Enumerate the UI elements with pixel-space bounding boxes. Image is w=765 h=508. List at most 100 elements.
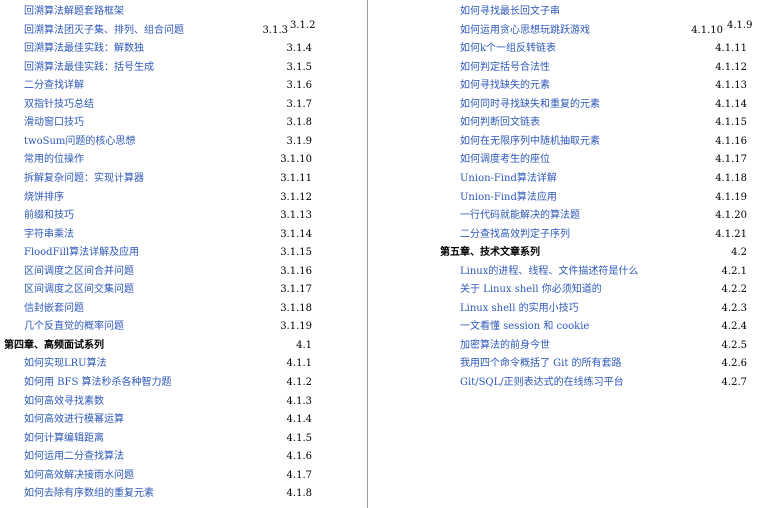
toc-entry[interactable]: 如何高效解决接雨水问题 4.1.7 — [0, 467, 368, 485]
toc-entry-title[interactable]: 双指针技巧总结 — [24, 96, 94, 114]
toc-entry-title[interactable]: 一行代码就能解决的算法题 — [460, 207, 580, 225]
toc-entry-number: 4.2.3 — [721, 302, 747, 314]
toc-entry-title[interactable]: Linux shell 的实用小技巧 — [460, 300, 579, 318]
toc-entry[interactable]: 区间调度之区间交集问题 3.1.17 — [0, 281, 368, 299]
toc-entry-title[interactable]: 烧饼排序 — [24, 189, 64, 207]
toc-entry[interactable]: Git/SQL/正则表达式的在线练习平台 4.2.7 — [370, 374, 765, 392]
toc-entry[interactable]: 如何寻找缺失的元素 4.1.13 — [370, 77, 765, 95]
toc-entry-title[interactable]: 第五章、技术文章系列 — [440, 244, 540, 262]
toc-entry-title[interactable]: 回溯算法解题套路框架 — [24, 3, 124, 21]
toc-entry-title[interactable]: 如何在无限序列中随机抽取元素 — [460, 133, 600, 151]
toc-entry-number: 4.1.17 — [715, 154, 747, 166]
toc-entry[interactable]: 烧饼排序 3.1.12 — [0, 189, 368, 207]
toc-entry-title[interactable]: 几个反直觉的概率问题 — [24, 318, 124, 336]
toc-entry[interactable]: 如何用 BFS 算法秒杀各种智力题 4.1.2 — [0, 374, 368, 392]
toc-entry[interactable]: 滑动窗口技巧 3.1.8 — [0, 114, 368, 132]
toc-entry[interactable]: 二分查找详解 3.1.6 — [0, 77, 368, 95]
toc-entry-title[interactable]: 如何用 BFS 算法秒杀各种智力题 — [24, 374, 172, 392]
toc-entry-title[interactable]: 如何高效进行模幂运算 — [24, 411, 124, 429]
toc-entry[interactable]: 二分查找高效判定子序列 4.1.21 — [370, 226, 765, 244]
toc-entry-title[interactable]: 如何运用二分查找算法 — [24, 448, 124, 466]
toc-entry-title[interactable]: 如何运用贪心思想玩跳跃游戏 — [460, 22, 590, 40]
toc-entry[interactable]: Linux shell 的实用小技巧 4.2.3 — [370, 300, 765, 318]
toc-entry-title[interactable]: 如何判断回文链表 — [460, 114, 540, 132]
toc-entry[interactable]: 如何运用二分查找算法 4.1.6 — [0, 448, 368, 466]
toc-entry-title[interactable]: 第四章、高频面试系列 — [4, 337, 104, 355]
toc-entry[interactable]: 我用四个命令概括了 Git 的所有套路 4.2.6 — [370, 355, 765, 373]
toc-entry-title[interactable]: 如何判定括号合法性 — [460, 59, 550, 77]
toc-entry[interactable]: 加密算法的前身今世 4.2.5 — [370, 337, 765, 355]
toc-entry-title[interactable]: 字符串乘法 — [24, 226, 74, 244]
toc-entry[interactable]: 拆解复杂问题：实现计算器 3.1.11 — [0, 170, 368, 188]
toc-entry[interactable]: 如何高效进行模幂运算 4.1.4 — [0, 411, 368, 429]
toc-entry-title[interactable]: 如何寻找缺失的元素 — [460, 77, 550, 95]
toc-entry[interactable]: 如何同时寻找缺失和重复的元素 4.1.14 — [370, 96, 765, 114]
toc-entry-title[interactable]: 信封嵌套问题 — [24, 300, 84, 318]
toc-entry[interactable]: 如何k个一组反转链表 4.1.11 — [370, 40, 765, 58]
toc-entry[interactable]: 如何去除有序数组的重复元素 4.1.8 — [0, 485, 368, 503]
toc-entry-title[interactable]: twoSum问题的核心思想 — [24, 133, 135, 151]
toc-entry[interactable]: 如何计算编辑距离 4.1.5 — [0, 430, 368, 448]
toc-entry-title[interactable]: 如何去除有序数组的重复元素 — [24, 485, 154, 503]
toc-entry[interactable]: 信封嵌套问题 3.1.18 — [0, 300, 368, 318]
toc-entry[interactable]: 回溯算法团灭子集、排列、组合问题 3.1.3 3.1.2 — [0, 20, 368, 40]
toc-entry-title[interactable]: 回溯算法最佳实践：括号生成 — [24, 59, 154, 77]
toc-entry-number: 4.1.8 — [286, 488, 312, 500]
toc-entry[interactable]: 关于 Linux shell 你必须知道的 4.2.2 — [370, 281, 765, 299]
toc-entry[interactable]: FloodFill算法详解及应用 3.1.15 — [0, 244, 368, 262]
toc-entry-title[interactable]: 区间调度之区间合并问题 — [24, 263, 134, 281]
toc-entry-title[interactable]: 滑动窗口技巧 — [24, 114, 84, 132]
toc-entry[interactable]: 如何高效寻找素数 4.1.3 — [0, 393, 368, 411]
toc-entry[interactable]: 如何实现LRU算法 4.1.1 — [0, 355, 368, 373]
toc-entry-title[interactable]: 回溯算法最佳实践：解数独 — [24, 40, 144, 58]
toc-entry[interactable]: 常用的位操作 3.1.10 — [0, 151, 368, 169]
toc-entry-title[interactable]: 一文看懂 session 和 cookie — [460, 318, 589, 336]
toc-entry-title[interactable]: Union-Find算法详解 — [460, 170, 557, 188]
toc-entry-title[interactable]: 如何高效解决接雨水问题 — [24, 467, 134, 485]
toc-entry-title[interactable]: 区间调度之区间交集问题 — [24, 281, 134, 299]
toc-entry-number: 4.1.21 — [715, 228, 747, 240]
toc-entry-title[interactable]: 我用四个命令概括了 Git 的所有套路 — [460, 355, 622, 373]
toc-entry-number: 4.2 — [731, 247, 747, 259]
toc-entry[interactable]: 一行代码就能解决的算法题 4.1.20 — [370, 207, 765, 225]
toc-entry[interactable]: 前缀和技巧 3.1.13 — [0, 207, 368, 225]
toc-entry-title[interactable]: 回溯算法团灭子集、排列、组合问题 — [24, 22, 184, 40]
toc-chapter-heading[interactable]: 第四章、高频面试系列 4.1 — [0, 337, 368, 355]
toc-entry[interactable]: 双指针技巧总结 3.1.7 — [0, 96, 368, 114]
toc-entry-title[interactable]: 二分查找详解 — [24, 77, 84, 95]
toc-entry[interactable]: 一文看懂 session 和 cookie 4.2.4 — [370, 318, 765, 336]
toc-entry[interactable]: 如何判定括号合法性 4.1.12 — [370, 59, 765, 77]
toc-entry[interactable]: 如何运用贪心思想玩跳跃游戏 4.1.10 4.1.9 — [370, 20, 765, 40]
toc-entry[interactable]: Union-Find算法应用 4.1.19 — [370, 189, 765, 207]
toc-entry-title[interactable]: FloodFill算法详解及应用 — [24, 244, 139, 262]
toc-entry-title[interactable]: 前缀和技巧 — [24, 207, 74, 225]
toc-entry-title[interactable]: 关于 Linux shell 你必须知道的 — [460, 281, 602, 299]
toc-entry-title[interactable]: 加密算法的前身今世 — [460, 337, 550, 355]
toc-entry[interactable]: 回溯算法最佳实践：括号生成 3.1.5 — [0, 59, 368, 77]
toc-entry[interactable]: 如何寻找最长回文子串 — [370, 3, 765, 21]
toc-entry-title[interactable]: Union-Find算法应用 — [460, 189, 557, 207]
toc-entry[interactable]: 区间调度之区间合并问题 3.1.16 — [0, 263, 368, 281]
toc-entry-title[interactable]: Linux的进程、线程、文件描述符是什么 — [460, 263, 638, 281]
toc-entry[interactable]: 如何在无限序列中随机抽取元素 4.1.16 — [370, 133, 765, 151]
toc-entry-title[interactable]: 常用的位操作 — [24, 151, 84, 169]
toc-entry[interactable]: Union-Find算法详解 4.1.18 — [370, 170, 765, 188]
toc-entry[interactable]: twoSum问题的核心思想 3.1.9 — [0, 133, 368, 151]
toc-chapter-heading[interactable]: 第五章、技术文章系列 4.2 — [370, 244, 765, 262]
toc-entry[interactable]: Linux的进程、线程、文件描述符是什么 4.2.1 — [370, 263, 765, 281]
toc-entry[interactable]: 如何判断回文链表 4.1.15 — [370, 114, 765, 132]
toc-entry-title[interactable]: 如何调度考生的座位 — [460, 151, 550, 169]
toc-entry-title[interactable]: 如何寻找最长回文子串 — [460, 3, 560, 21]
toc-entry-title[interactable]: 二分查找高效判定子序列 — [460, 226, 570, 244]
toc-entry[interactable]: 回溯算法最佳实践：解数独 3.1.4 — [0, 40, 368, 58]
toc-entry-title[interactable]: 如何实现LRU算法 — [24, 355, 107, 373]
toc-entry-title[interactable]: 如何同时寻找缺失和重复的元素 — [460, 96, 600, 114]
toc-entry-title[interactable]: 如何k个一组反转链表 — [460, 40, 556, 58]
toc-entry-title[interactable]: 如何高效寻找素数 — [24, 393, 104, 411]
toc-entry[interactable]: 如何调度考生的座位 4.1.17 — [370, 151, 765, 169]
toc-entry[interactable]: 字符串乘法 3.1.14 — [0, 226, 368, 244]
toc-entry-title[interactable]: Git/SQL/正则表达式的在线练习平台 — [460, 374, 624, 392]
toc-entry-title[interactable]: 如何计算编辑距离 — [24, 430, 104, 448]
toc-entry[interactable]: 几个反直觉的概率问题 3.1.19 — [0, 318, 368, 336]
toc-entry-title[interactable]: 拆解复杂问题：实现计算器 — [24, 170, 144, 188]
